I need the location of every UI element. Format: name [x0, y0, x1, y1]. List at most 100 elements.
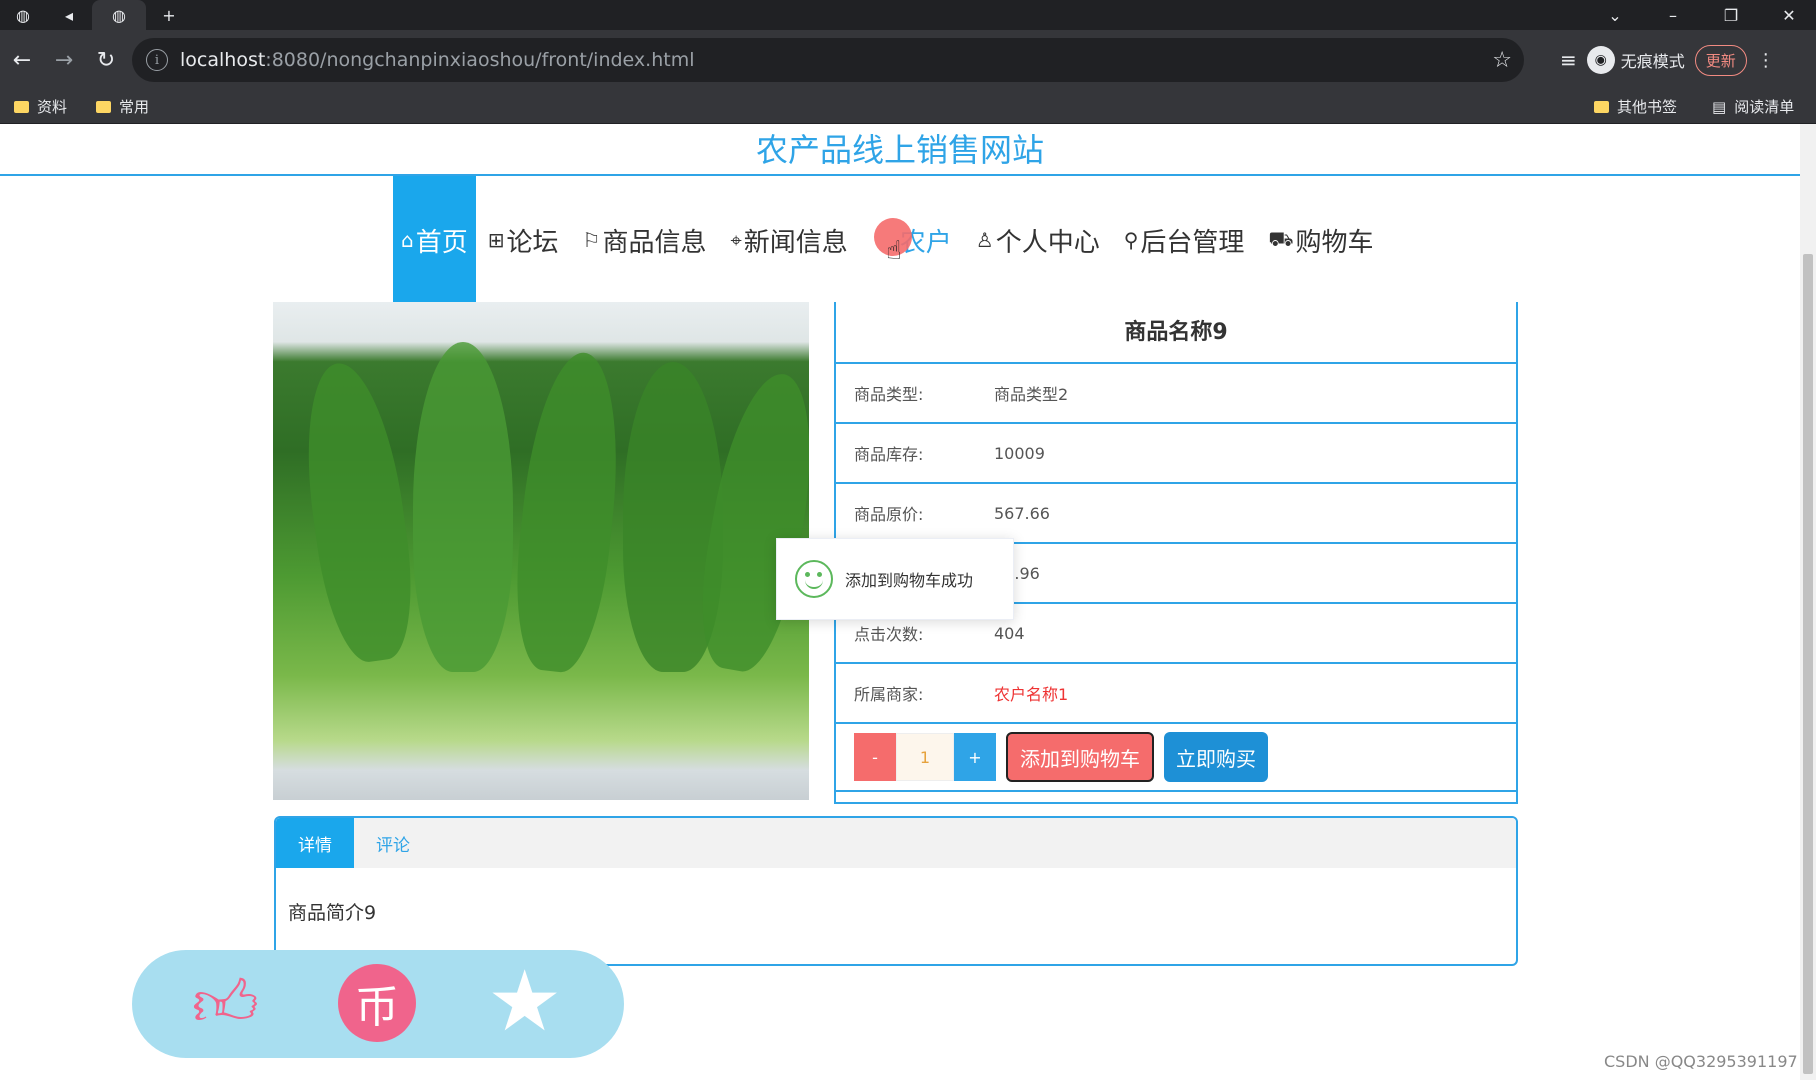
action-float-bar: 👍︎ 币 ★: [132, 950, 624, 1058]
increment-button[interactable]: +: [954, 733, 996, 781]
reload-button[interactable]: ↻: [86, 40, 126, 80]
bookmark-label: 阅读清单: [1734, 98, 1795, 116]
restore-button[interactable]: ❐: [1702, 0, 1760, 30]
field-value: 567.66: [994, 503, 1050, 523]
menu-products[interactable]: ⚐ 商品信息: [571, 176, 719, 304]
menu-label: 个人中心: [995, 227, 1100, 258]
toast-message: 添加到购物车成功: [845, 571, 974, 590]
menu-forum[interactable]: ⊞ 论坛: [476, 176, 571, 304]
site-title: 农产品线上销售网站: [0, 124, 1800, 176]
purchase-row: - 1 + 添加到购物车 立即购买: [836, 724, 1516, 792]
bookmark-folder-changyong[interactable]: 常用: [96, 96, 149, 117]
reading-list-icon[interactable]: ≡: [1560, 48, 1577, 72]
field-value: 404: [994, 623, 1025, 643]
update-button[interactable]: 更新: [1694, 44, 1747, 76]
close-window-button[interactable]: ✕: [1760, 0, 1816, 30]
field-label: 商品类型:: [854, 385, 924, 404]
coin-icon[interactable]: 币: [338, 964, 416, 1042]
bookmark-label: 常用: [119, 98, 150, 116]
success-toast: 添加到购物车成功: [776, 538, 1014, 620]
tab-content: 商品简介9: [288, 902, 377, 924]
cart-icon: ⛟: [1268, 226, 1294, 251]
page: 农产品线上销售网站 ⌂ 首页 ⊞ 论坛 ⚐ 商品信息 ⌖ 新闻信息 农户 ♙ 个人中心 ⚲…: [0, 124, 1800, 1080]
forum-icon: ⊞: [487, 228, 505, 252]
quantity-stepper: - 1 +: [854, 733, 996, 781]
folder-icon: [14, 100, 29, 113]
tab-detail[interactable]: 详情: [276, 818, 354, 868]
menu-home[interactable]: ⌂ 首页: [393, 176, 476, 304]
field-label: 所属商家:: [854, 685, 924, 704]
field-label: 点击次数:: [854, 625, 924, 644]
buy-now-button[interactable]: 立即购买: [1164, 732, 1268, 782]
folder-icon: [96, 100, 111, 113]
minimize-button[interactable]: –: [1644, 0, 1702, 30]
active-tab[interactable]: ◍: [92, 0, 146, 30]
thumbs-up-icon[interactable]: 👍︎: [192, 968, 259, 1040]
new-tab-button[interactable]: +: [146, 0, 192, 30]
bookmark-label: 其他书签: [1617, 98, 1678, 116]
smile-icon: [795, 560, 833, 598]
url-host: localhost: [180, 49, 266, 71]
bookmark-other[interactable]: 其他书签: [1594, 96, 1677, 117]
menu-label: 购物车: [1295, 227, 1374, 258]
incognito-icon: ◉: [1586, 46, 1615, 74]
menu-label: 商品信息: [602, 227, 707, 258]
star-icon[interactable]: ★: [487, 956, 562, 1046]
tab-search-icon[interactable]: ⌄: [1586, 0, 1644, 30]
menu-label: 新闻信息: [743, 227, 848, 258]
page-scrollbar[interactable]: [1800, 124, 1816, 1080]
hand-cursor-icon: ☝: [886, 236, 902, 266]
bookmarks-bar: 资料 常用 其他书签 ▤ 阅读清单: [0, 90, 1816, 124]
menu-kebab-icon[interactable]: ⋮: [1757, 50, 1775, 71]
folder-icon: [1594, 100, 1609, 113]
mute-icon[interactable]: ◂: [46, 0, 92, 30]
add-to-cart-button[interactable]: 添加到购物车: [1006, 732, 1154, 782]
browser-tab-strip: ◍ ◂ ◍ + ⌄ – ❐ ✕: [0, 0, 1816, 30]
incognito-label: 无痕模式: [1620, 52, 1685, 71]
site-info-icon[interactable]: i: [146, 49, 168, 71]
field-label: 商品原价:: [854, 505, 924, 524]
home-icon: ⌂: [401, 228, 414, 252]
address-toolbar: ← → ↻ i localhost:8080/nongchanpinxiaosh…: [0, 30, 1816, 90]
bookmark-folder-ziliao[interactable]: 资料: [14, 96, 67, 117]
product-name: 商品名称9: [836, 302, 1516, 364]
field-value: 商品类型2: [994, 385, 1069, 404]
watermark: CSDN @QQ3295391197: [1604, 1052, 1798, 1071]
field-label: 商品库存:: [854, 445, 924, 464]
menu-label: 论坛: [506, 227, 559, 258]
flag-icon: ⚐: [582, 228, 601, 252]
forward-button[interactable]: →: [44, 40, 84, 80]
menu-label: 首页: [415, 227, 468, 258]
menu-cart[interactable]: ⛟ 购物车: [1256, 176, 1385, 304]
product-image: [273, 302, 809, 800]
menu-label: 后台管理: [1140, 227, 1245, 258]
incognito-indicator[interactable]: ◉ 无痕模式: [1586, 46, 1685, 74]
tab-comment[interactable]: 评论: [354, 818, 432, 868]
link-icon: ⚲: [1123, 228, 1139, 252]
back-button[interactable]: ←: [2, 40, 42, 80]
reading-list-icon: ▤: [1712, 97, 1727, 116]
quantity-input[interactable]: 1: [896, 733, 954, 781]
bookmark-label: 资料: [37, 98, 68, 116]
tab-bar: 详情 评论: [276, 818, 1516, 868]
field-row: 所属商家: 农户名称1: [836, 664, 1516, 724]
merchant-link[interactable]: 农户名称1: [994, 681, 1068, 705]
field-value: 10009: [994, 443, 1045, 463]
product-tabs: 详情 评论 商品简介9: [274, 816, 1518, 966]
bookmark-star-icon[interactable]: ☆: [1492, 48, 1512, 73]
address-bar[interactable]: i localhost:8080/nongchanpinxiaoshou/fro…: [132, 38, 1524, 82]
scrollbar-thumb[interactable]: [1803, 254, 1813, 1074]
menu-personal-center[interactable]: ♙ 个人中心: [964, 176, 1112, 304]
tab-favicon-icon[interactable]: ◍: [0, 0, 46, 30]
menu-news[interactable]: ⌖ 新闻信息: [718, 176, 859, 304]
field-row: 商品库存: 10009: [836, 424, 1516, 484]
field-row: 商品类型: 商品类型2: [836, 364, 1516, 424]
reading-list[interactable]: ▤ 阅读清单: [1712, 96, 1794, 117]
url-path: :8080/nongchanpinxiaoshou/front/index.ht…: [265, 49, 695, 71]
toolbar-right: ≡ ◉ 无痕模式 更新 ⋮: [1560, 40, 1775, 80]
field-row: 商品原价: 567.66: [836, 484, 1516, 544]
user-icon: ♙: [975, 228, 994, 252]
decrement-button[interactable]: -: [854, 733, 896, 781]
menu-admin[interactable]: ⚲ 后台管理: [1112, 176, 1257, 304]
tag-icon: ⌖: [730, 228, 742, 252]
